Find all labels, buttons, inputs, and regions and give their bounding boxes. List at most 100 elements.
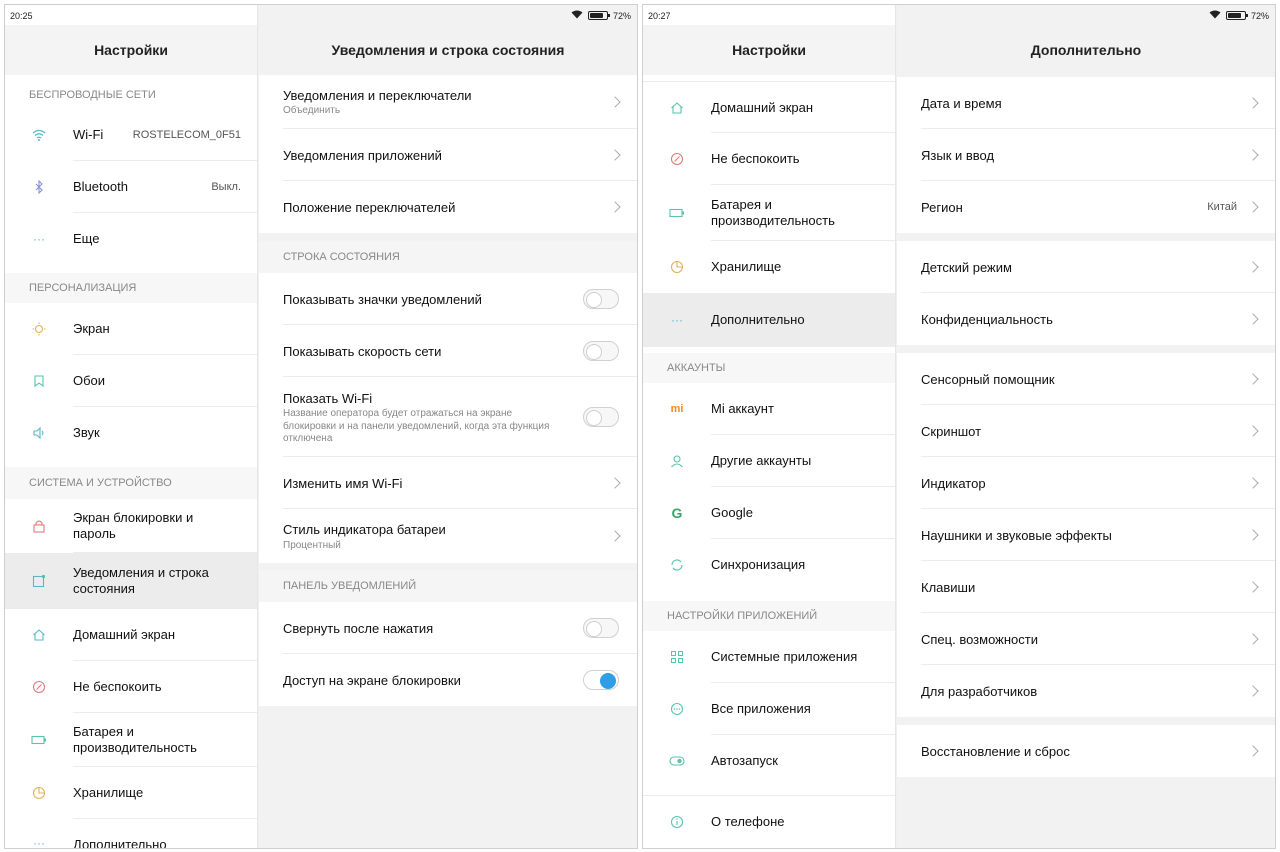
chevron-right-icon <box>1247 97 1259 109</box>
sidebar-item-label: Батарея и производительность <box>73 724 197 755</box>
sidebar-item-dnd[interactable]: Не беспокоить <box>643 133 895 185</box>
row-developer[interactable]: Для разработчиков <box>897 665 1275 717</box>
row-privacy[interactable]: Конфиденциальность <box>897 293 1275 345</box>
toggle-switch[interactable] <box>583 670 619 690</box>
sidebar-item-all-apps[interactable]: Все приложения <box>643 683 895 735</box>
row-touch-assistant[interactable]: Сенсорный помощник <box>897 353 1275 405</box>
row-headphones[interactable]: Наушники и звуковые эффекты <box>897 509 1275 561</box>
row-label: Сенсорный помощник <box>921 372 1055 387</box>
dnd-icon <box>669 151 685 167</box>
more-dots-icon: ··· <box>33 232 45 246</box>
section-system: СИСТЕМА И УСТРОЙСТВО <box>5 467 257 499</box>
sidebar-item-dnd[interactable]: Не беспокоить <box>5 661 257 713</box>
additional-pane: Дополнительно Дата и время Язык и ввод Р… <box>897 5 1275 848</box>
toggle-switch[interactable] <box>583 618 619 638</box>
row-label: Положение переключателей <box>283 200 456 215</box>
sidebar-item-home[interactable]: Домашний экран <box>5 609 257 661</box>
sidebar-item-display[interactable]: Экран <box>5 303 257 355</box>
row-show-notif-icons[interactable]: Показывать значки уведомлений <box>259 273 637 325</box>
section-notif-panel: ПАНЕЛЬ УВЕДОМЛЕНИЙ <box>259 570 637 602</box>
sidebar-item-label: Домашний экран <box>711 99 814 115</box>
sidebar-item-label: О телефоне <box>711 813 785 829</box>
row-region[interactable]: Регион Китай <box>897 181 1275 233</box>
status-bar: 20:25 72% <box>5 5 637 25</box>
sidebar-item-storage[interactable]: Хранилище <box>643 241 895 293</box>
sidebar-item-sound[interactable]: Звук <box>5 407 257 459</box>
chevron-right-icon <box>1247 581 1259 593</box>
row-label: Восстановление и сброс <box>921 744 1070 759</box>
row-label: Показывать скорость сети <box>283 344 442 359</box>
sidebar-item-battery[interactable]: Батарея и производительность <box>643 185 895 241</box>
sidebar-item-other-accounts[interactable]: Другие аккаунты <box>643 435 895 487</box>
row-keys[interactable]: Клавиши <box>897 561 1275 613</box>
sidebar-item-system-apps[interactable]: Системные приложения <box>643 631 895 683</box>
sidebar-item-about[interactable]: О телефоне <box>643 795 895 847</box>
all-apps-icon <box>669 701 685 717</box>
sidebar-item-additional[interactable]: ··· Дополнительно <box>643 293 895 347</box>
sidebar-item-home[interactable]: Домашний экран <box>643 81 895 133</box>
sidebar-item-label: Дополнительно <box>73 837 167 848</box>
sidebar-item-bluetooth[interactable]: Bluetooth Выкл. <box>5 161 257 213</box>
row-date-time[interactable]: Дата и время <box>897 77 1275 129</box>
settings-sidebar: Настройки БЕСПРОВОДНЫЕ СЕТИ Wi-Fi ROSTEL… <box>5 5 258 848</box>
row-language-input[interactable]: Язык и ввод <box>897 129 1275 181</box>
toggle-switch[interactable] <box>583 407 619 427</box>
sidebar-item-notifications[interactable]: Уведомления и строка состояния <box>5 553 257 609</box>
sidebar-item-label: Экран <box>73 321 110 336</box>
row-battery-style[interactable]: Стиль индикатора батареи Процентный <box>259 509 637 563</box>
more-dots-icon: ··· <box>33 836 45 848</box>
row-switch-position[interactable]: Положение переключателей <box>259 181 637 233</box>
sidebar-item-storage[interactable]: Хранилище <box>5 767 257 819</box>
toggle-switch[interactable] <box>583 289 619 309</box>
wallpaper-icon <box>31 373 47 389</box>
toggle-switch[interactable] <box>583 341 619 361</box>
chevron-right-icon <box>1247 425 1259 437</box>
chevron-right-icon <box>1247 313 1259 325</box>
row-show-wifi[interactable]: Показать Wi-Fi Название оператора будет … <box>259 377 637 457</box>
storage-pie-icon <box>31 785 47 801</box>
sidebar-item-google[interactable]: G Google <box>643 487 895 539</box>
sidebar-item-battery[interactable]: Батарея и производительность <box>5 713 257 767</box>
row-collapse-after-tap[interactable]: Свернуть после нажатия <box>259 602 637 654</box>
row-label: Скриншот <box>921 424 982 439</box>
row-lockscreen-access[interactable]: Доступ на экране блокировки <box>259 654 637 706</box>
battery-icon <box>31 732 47 748</box>
region-value: Китай <box>1207 201 1237 213</box>
sidebar-item-label: Домашний экран <box>73 627 176 642</box>
wifi-signal-icon <box>571 10 583 21</box>
sidebar-item-label: Mi аккаунт <box>711 401 774 416</box>
more-dots-icon: ··· <box>671 313 683 327</box>
sidebar-item-wallpaper[interactable]: Обои <box>5 355 257 407</box>
sidebar-item-more[interactable]: ··· Еще <box>5 213 257 265</box>
status-time: 20:27 <box>648 11 671 21</box>
row-indicator[interactable]: Индикатор <box>897 457 1275 509</box>
row-notif-switches[interactable]: Уведомления и переключатели Объединить <box>259 75 637 129</box>
row-app-notifications[interactable]: Уведомления приложений <box>259 129 637 181</box>
sidebar-item-mi-account[interactable]: mi Mi аккаунт <box>643 383 895 435</box>
dnd-icon <box>31 679 47 695</box>
status-bar: 20:27 72% <box>643 5 1275 25</box>
row-rename-wifi[interactable]: Изменить имя Wi-Fi <box>259 457 637 509</box>
row-label: Показать Wi-Fi <box>283 391 373 406</box>
google-icon: G <box>671 505 683 521</box>
row-accessibility[interactable]: Спец. возможности <box>897 613 1275 665</box>
chevron-right-icon <box>609 149 621 161</box>
row-backup-reset[interactable]: Восстановление и сброс <box>897 725 1275 777</box>
sidebar-item-lockscreen[interactable]: Экран блокировки и пароль <box>5 499 257 553</box>
row-kids-mode[interactable]: Детский режим <box>897 241 1275 293</box>
row-label: Конфиденциальность <box>921 312 1053 327</box>
sidebar-item-label: Не беспокоить <box>711 151 800 166</box>
sidebar-item-autostart[interactable]: Автозапуск <box>643 735 895 787</box>
row-net-speed[interactable]: Показывать скорость сети <box>259 325 637 377</box>
sidebar-item-label: Системные приложения <box>711 649 858 664</box>
wifi-icon <box>31 127 47 143</box>
sidebar-item-additional[interactable]: ··· Дополнительно <box>5 831 257 848</box>
battery-percent: 72% <box>612 10 631 21</box>
sidebar-item-sync[interactable]: Синхронизация <box>643 539 895 591</box>
row-subtitle: Название оператора будет отражаться на э… <box>283 408 550 444</box>
sidebar-item-wifi[interactable]: Wi-Fi ROSTELECOM_0F51 <box>5 109 257 161</box>
row-screenshot[interactable]: Скриншот <box>897 405 1275 457</box>
chevron-right-icon <box>1247 477 1259 489</box>
row-label: Изменить имя Wi-Fi <box>283 476 403 491</box>
chevron-right-icon <box>1247 373 1259 385</box>
